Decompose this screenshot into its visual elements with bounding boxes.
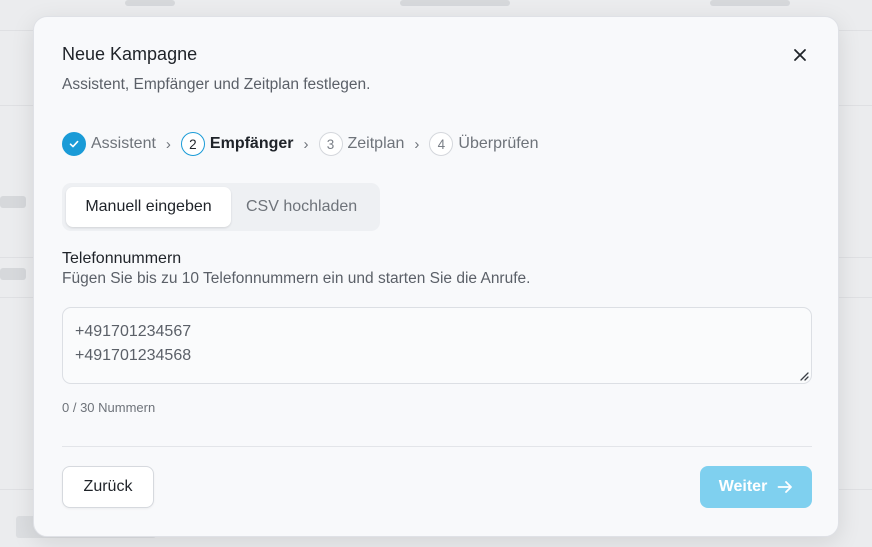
footer-divider <box>62 446 812 447</box>
dialog-title: Neue Kampagne <box>62 44 198 64</box>
chevron-right-icon: › <box>165 135 171 153</box>
check-icon <box>62 132 86 156</box>
stepper: Assistent › 2 Empfänger › 3 Zeitplan › 4… <box>62 131 538 157</box>
resize-handle-icon[interactable] <box>797 369 809 381</box>
step-label: Assistent <box>91 135 156 152</box>
phone-number-line: +491701234568 <box>75 347 192 364</box>
step-empfaenger[interactable]: 2 Empfänger <box>180 132 294 156</box>
step-number: 4 <box>429 132 454 156</box>
step-number: 3 <box>318 132 343 156</box>
input-mode-toggle: Manuell eingeben CSV hochladen <box>62 183 380 231</box>
close-icon <box>794 49 806 61</box>
phone-numbers-label: Telefonnummern <box>62 250 182 267</box>
phone-numbers-textarea[interactable]: +491701234567 +491701234568 <box>62 307 812 384</box>
background-shape <box>710 0 790 6</box>
new-campaign-dialog: Neue Kampagne Assistent, Empfänger und Z… <box>33 16 839 537</box>
next-button[interactable]: Weiter <box>700 466 812 508</box>
tab-manual-entry[interactable]: Manuell eingeben <box>66 187 231 227</box>
dialog-subtitle: Assistent, Empfänger und Zeitplan festle… <box>62 76 371 93</box>
step-assistent[interactable]: Assistent <box>62 132 156 156</box>
background-shape <box>0 196 26 208</box>
background-shape <box>125 0 175 6</box>
step-ueberpruefen[interactable]: 4 Überprüfen <box>429 132 538 156</box>
step-zeitplan[interactable]: 3 Zeitplan <box>318 132 405 156</box>
step-label: Empfänger <box>209 135 294 152</box>
arrow-right-icon <box>777 481 793 493</box>
chevron-right-icon: › <box>414 135 420 153</box>
background-shape <box>400 0 510 6</box>
tab-csv-upload[interactable]: CSV hochladen <box>231 187 372 227</box>
background-shape <box>0 268 26 280</box>
number-counter: 0 / 30 Nummern <box>62 400 156 415</box>
phone-numbers-help: Fügen Sie bis zu 10 Telefonnummern ein u… <box>62 270 531 287</box>
step-label: Zeitplan <box>347 135 405 152</box>
next-button-label: Weiter <box>718 478 768 495</box>
chevron-right-icon: › <box>303 135 309 153</box>
close-button[interactable] <box>788 43 812 67</box>
phone-number-line: +491701234567 <box>75 323 192 340</box>
step-label: Überprüfen <box>458 135 539 152</box>
back-button[interactable]: Zurück <box>62 466 154 508</box>
step-number: 2 <box>180 132 205 156</box>
